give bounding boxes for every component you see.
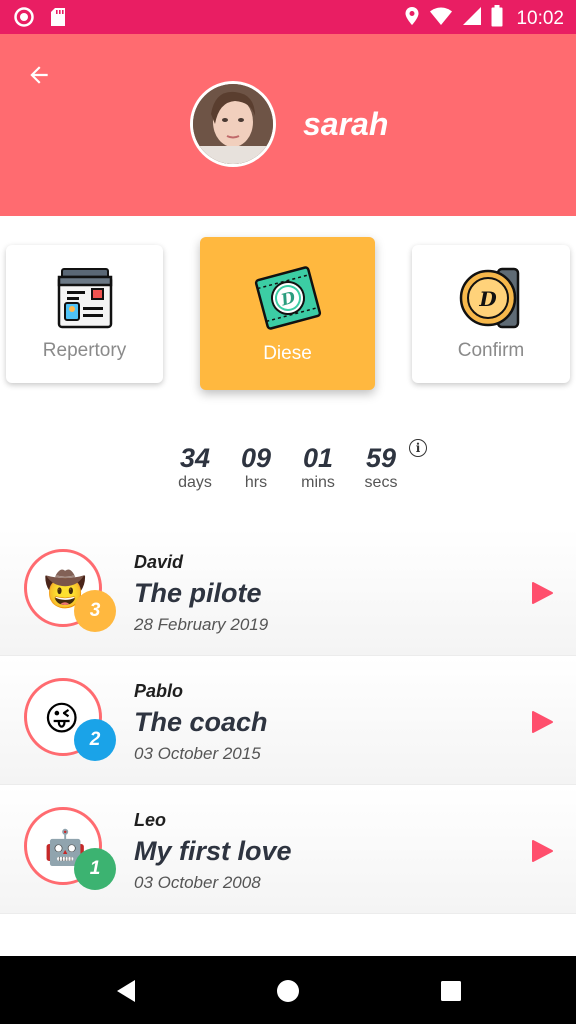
- nav-recents-icon[interactable]: [438, 978, 464, 1004]
- entry-title: The coach: [134, 707, 268, 737]
- wifi-icon: [429, 6, 453, 31]
- category-label: Diese: [263, 343, 312, 364]
- svg-text:D: D: [478, 287, 497, 311]
- profile-header: sarah: [0, 34, 576, 216]
- countdown-hours: 09 hrs: [240, 443, 272, 491]
- category-card-repertory[interactable]: Repertory: [6, 245, 163, 383]
- category-card-confirm[interactable]: D Confirm: [412, 245, 570, 383]
- category-label: Confirm: [457, 340, 525, 361]
- entry-date: 28 February 2019: [134, 615, 269, 634]
- system-nav-bar: [0, 956, 576, 1024]
- info-icon[interactable]: i: [409, 439, 427, 457]
- entry-title: My first love: [134, 836, 292, 866]
- record-icon: [14, 7, 34, 32]
- rank-badge: 3: [74, 590, 116, 632]
- status-bar: 10:02: [0, 0, 576, 34]
- username: sarah: [303, 106, 389, 142]
- entry-date: 03 October 2008: [134, 873, 261, 892]
- ticket-icon: D: [253, 263, 323, 338]
- rank-badge: 2: [74, 719, 116, 761]
- nav-back-icon[interactable]: [113, 978, 139, 1004]
- entry-name: David: [134, 552, 184, 572]
- rank-badge: 1: [74, 848, 116, 890]
- clock: 10:02: [516, 7, 564, 29]
- play-icon[interactable]: [530, 581, 554, 605]
- signal-icon: [462, 6, 482, 31]
- category-card-diese[interactable]: D Diese: [200, 237, 375, 390]
- coin-icon: D: [458, 265, 524, 336]
- id-card-icon: [56, 267, 114, 334]
- countdown-seconds: 59 secs: [364, 443, 398, 491]
- countdown-days: 34 days: [178, 443, 212, 491]
- entry-date: 03 October 2015: [134, 744, 261, 763]
- app-root: 10:02 sarah Repertory D Diese D Confirm …: [0, 0, 576, 1024]
- play-icon[interactable]: [530, 839, 554, 863]
- entry-name: Leo: [134, 810, 167, 830]
- category-label: Repertory: [42, 340, 127, 361]
- list-item[interactable]: 🤖 1 Leo My first love 03 October 2008: [0, 786, 576, 914]
- countdown-minutes: 01 mins: [301, 443, 335, 491]
- play-icon[interactable]: [530, 710, 554, 734]
- list-item[interactable]: 😜 2 Pablo The coach 03 October 2015: [0, 657, 576, 785]
- list-item[interactable]: 🤠 3 David The pilote 28 February 2019: [0, 528, 576, 656]
- battery-icon: [491, 5, 503, 32]
- countdown-timer: 34 days 09 hrs 01 mins 59 secs: [0, 440, 576, 500]
- entry-title: The pilote: [134, 578, 262, 608]
- back-button[interactable]: [22, 58, 56, 92]
- location-icon: [404, 6, 420, 31]
- sd-card-icon: [50, 7, 66, 32]
- entry-name: Pablo: [134, 681, 184, 701]
- arrow-left-icon: [30, 66, 48, 84]
- avatar[interactable]: [190, 81, 276, 167]
- nav-home-icon[interactable]: [275, 978, 301, 1004]
